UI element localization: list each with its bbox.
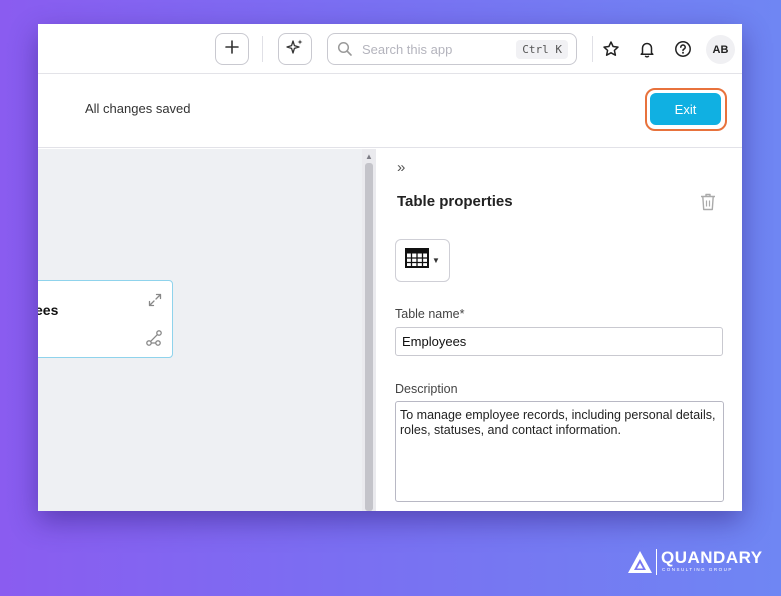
schema-canvas[interactable]: ees	[38, 149, 362, 511]
toolbar-divider	[262, 36, 263, 62]
plus-icon	[225, 39, 239, 59]
logo-tagline: CONSULTING GROUP	[662, 567, 733, 572]
scroll-up-arrow-icon[interactable]: ▲	[365, 152, 373, 161]
add-button[interactable]	[215, 33, 249, 65]
table-card-title: ees	[38, 302, 59, 318]
toolbar-divider	[592, 36, 593, 62]
table-name-label: Table name*	[395, 307, 465, 321]
save-status: All changes saved	[85, 101, 191, 116]
search-shortcut-hint: Ctrl K	[516, 40, 568, 59]
quandary-logo: QUANDARY CONSULTING GROUP	[627, 548, 762, 579]
collapse-panel-icon[interactable]: »	[397, 159, 405, 176]
search-icon	[337, 41, 353, 62]
bell-icon[interactable]	[636, 38, 658, 60]
description-field[interactable]: To manage employee records, including pe…	[395, 401, 724, 502]
search-input[interactable]: Search this app Ctrl K	[327, 33, 577, 65]
panel-title: Table properties	[397, 193, 513, 210]
user-avatar[interactable]: AB	[706, 35, 735, 64]
app-window: Search this app Ctrl K AB All changes sa…	[38, 24, 742, 511]
panel-scrollbar[interactable]: ▲	[362, 149, 376, 511]
help-icon[interactable]	[672, 38, 694, 60]
logo-divider	[656, 549, 657, 575]
sparkle-icon	[286, 38, 304, 61]
expand-icon[interactable]	[147, 292, 163, 313]
table-name-field[interactable]	[395, 327, 723, 356]
chevron-down-icon: ▼	[432, 256, 440, 265]
table-icon	[405, 248, 430, 273]
star-icon[interactable]	[600, 38, 622, 60]
quandary-logo-mark-icon	[627, 550, 653, 579]
table-card[interactable]: ees	[38, 280, 173, 358]
ai-assist-button[interactable]	[278, 33, 312, 65]
properties-panel: » Table properties ▼ Table name* Descrip…	[376, 149, 742, 511]
relation-icon[interactable]	[145, 329, 163, 352]
trash-icon[interactable]	[699, 192, 717, 217]
scrollbar-thumb[interactable]	[365, 163, 373, 511]
exit-button[interactable]: Exit	[650, 93, 721, 125]
logo-name: QUANDARY	[661, 548, 763, 567]
search-placeholder: Search this app	[362, 42, 453, 57]
table-type-select[interactable]: ▼	[395, 239, 450, 282]
editor-header: All changes saved Exit	[38, 74, 742, 148]
exit-highlight: Exit	[645, 88, 727, 131]
description-label: Description	[395, 382, 458, 396]
top-bar: Search this app Ctrl K AB	[38, 24, 742, 74]
